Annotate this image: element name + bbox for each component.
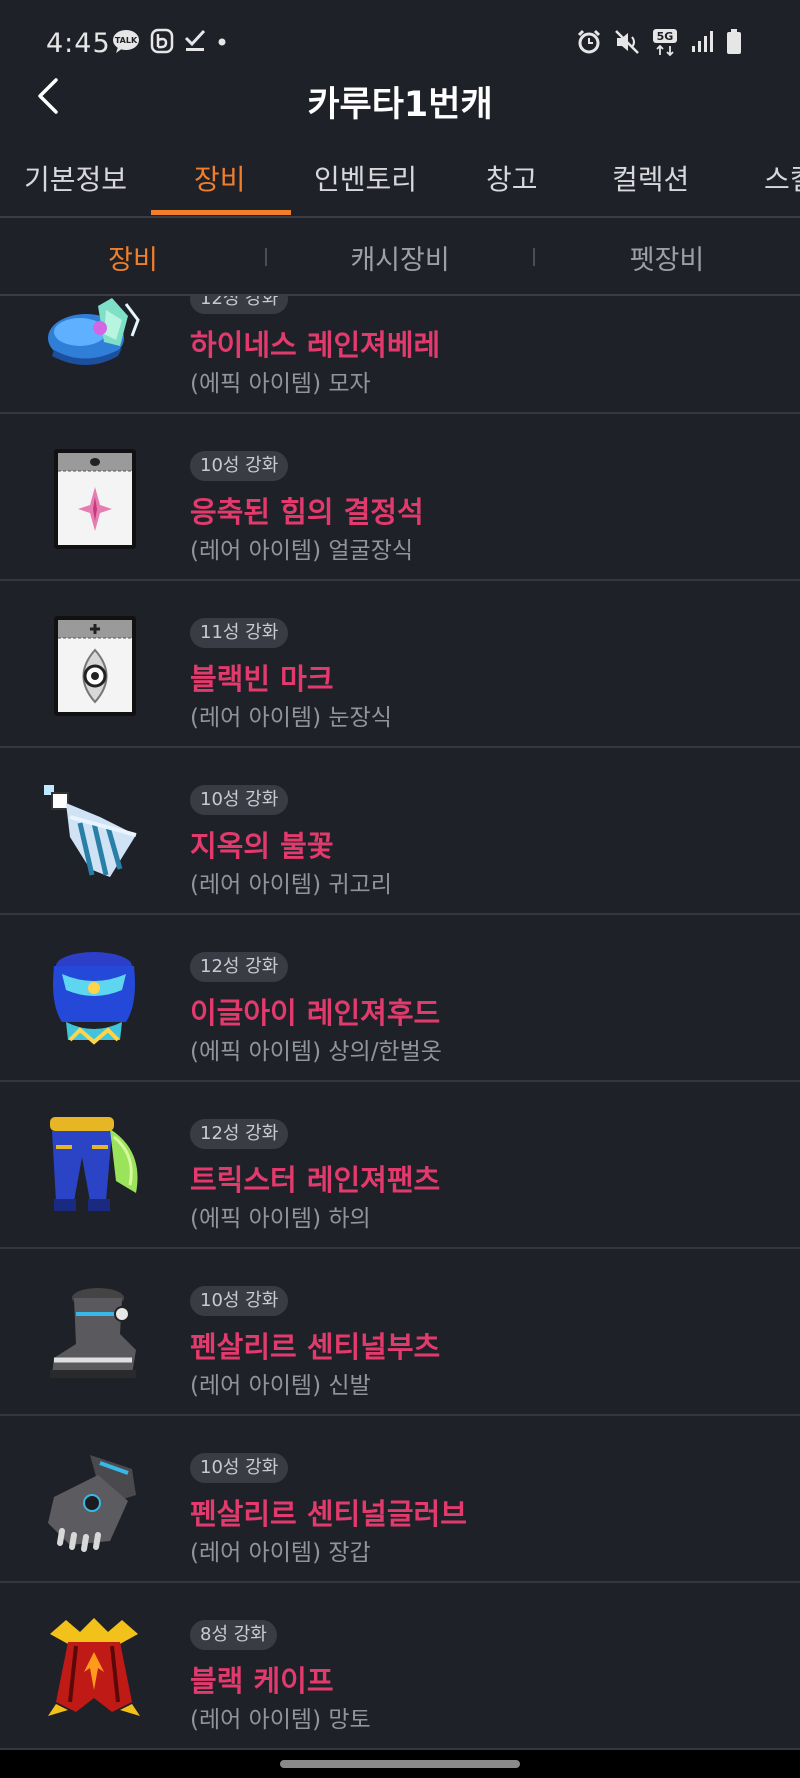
star-badge: 10성 강화	[190, 451, 289, 481]
pants-icon	[40, 1111, 148, 1219]
star-badge: 10성 강화	[190, 785, 289, 815]
cape-icon	[40, 1612, 148, 1720]
item-name: 하이네스 레인져베레	[190, 328, 441, 362]
status-right-icons: 5G	[576, 28, 742, 56]
signal-icon	[690, 30, 714, 54]
helmet-icon	[40, 296, 148, 384]
crystal-scroll-icon	[40, 443, 148, 551]
subtab-equipment[interactable]: 장비	[0, 238, 266, 277]
talk-icon: TALK	[112, 29, 140, 53]
list-item[interactable]: 12성 강화 이글아이 레인져후드 (에픽 아이템) 상의/한벌옷	[0, 914, 800, 1082]
tab-collection[interactable]: 컬렉션	[612, 158, 689, 198]
item-meta: (에픽 아이템) 하의	[190, 1206, 371, 1232]
item-meta: (레어 아이템) 망토	[190, 1707, 371, 1733]
mute-icon	[614, 29, 640, 55]
tab-indicator	[151, 210, 291, 215]
battery-icon	[726, 29, 742, 55]
5g-icon: 5G	[652, 28, 678, 56]
tab-equipment[interactable]: 장비	[194, 158, 246, 198]
star-badge: 12성 강화	[190, 1119, 289, 1149]
list-item[interactable]: 10성 강화 지옥의 불꽃 (레어 아이템) 귀고리	[0, 747, 800, 915]
status-bar: 4:45 TALK 5G	[0, 0, 800, 64]
item-name: 응축된 힘의 결정석	[190, 495, 424, 529]
dot-icon	[216, 29, 228, 53]
tab-basic-info[interactable]: 기본정보	[24, 158, 127, 198]
item-meta: (레어 아이템) 눈장식	[190, 705, 392, 731]
alarm-icon	[576, 29, 602, 55]
item-name: 트릭스터 레인져팬츠	[190, 1163, 441, 1197]
item-meta: (레어 아이템) 귀고리	[190, 872, 392, 898]
list-item[interactable]: 10성 강화 응축된 힘의 결정석 (레어 아이템) 얼굴장식	[0, 413, 800, 581]
list-item[interactable]: 8성 강화 블랙 케이프 (레어 아이템) 망토	[0, 1582, 800, 1750]
item-list: 12성 강화 하이네스 레인져베레 (에픽 아이템) 모자 10성 강화 응축된…	[0, 296, 800, 1750]
svg-text:5G: 5G	[657, 30, 674, 43]
tab-storage[interactable]: 창고	[486, 158, 538, 198]
star-badge: 10성 강화	[190, 1453, 289, 1483]
item-meta: (레어 아이템) 신발	[190, 1373, 371, 1399]
tab-skill[interactable]: 스킬	[764, 158, 800, 198]
glove-icon	[40, 1445, 148, 1553]
header: 카루타1번캐	[0, 64, 800, 134]
star-badge: 8성 강화	[190, 1620, 277, 1650]
item-meta: (레어 아이템) 얼굴장식	[190, 538, 414, 564]
item-name: 펜살리르 센티널부츠	[190, 1330, 441, 1364]
check-icon	[184, 29, 206, 53]
svg-text:TALK: TALK	[115, 36, 138, 45]
b-app-icon	[150, 28, 174, 54]
list-item[interactable]: 12성 강화 하이네스 레인져베레 (에픽 아이템) 모자	[0, 296, 800, 414]
system-nav-bar	[0, 1750, 800, 1778]
page-title: 카루타1번캐	[307, 85, 493, 125]
item-name: 블랙 케이프	[190, 1664, 334, 1698]
sub-tabs: 장비 캐시장비 펫장비	[0, 218, 800, 296]
status-time: 4:45	[46, 28, 111, 59]
list-item[interactable]: 12성 강화 트릭스터 레인져팬츠 (에픽 아이템) 하의	[0, 1081, 800, 1249]
earring-icon	[40, 777, 148, 885]
tab-inventory[interactable]: 인벤토리	[314, 158, 417, 198]
subtab-pet-equipment[interactable]: 펫장비	[534, 238, 800, 277]
boots-icon	[40, 1278, 148, 1386]
home-indicator[interactable]	[280, 1760, 520, 1768]
star-badge: 12성 강화	[190, 952, 289, 982]
star-badge: 10성 강화	[190, 1286, 289, 1316]
eye-scroll-icon	[40, 610, 148, 718]
star-badge: 12성 강화	[190, 296, 289, 314]
item-meta: (레어 아이템) 장갑	[190, 1540, 371, 1566]
item-name: 펜살리르 센티널글러브	[190, 1497, 467, 1531]
list-item[interactable]: 10성 강화 펜살리르 센티널글러브 (레어 아이템) 장갑	[0, 1415, 800, 1583]
item-name: 블랙빈 마크	[190, 662, 334, 696]
star-badge: 11성 강화	[190, 618, 289, 648]
subtab-cash-equipment[interactable]: 캐시장비	[266, 238, 534, 277]
list-item[interactable]: 10성 강화 펜살리르 센티널부츠 (레어 아이템) 신발	[0, 1248, 800, 1416]
status-left-icons: TALK	[112, 28, 228, 54]
item-name: 지옥의 불꽃	[190, 829, 334, 863]
item-meta: (에픽 아이템) 상의/한벌옷	[190, 1039, 442, 1065]
top-armor-icon	[40, 944, 148, 1052]
list-item[interactable]: 11성 강화 블랙빈 마크 (레어 아이템) 눈장식	[0, 580, 800, 748]
main-tabs: 기본정보 장비 인벤토리 창고 컬렉션 스킬	[0, 140, 800, 218]
item-name: 이글아이 레인져후드	[190, 996, 441, 1030]
item-meta: (에픽 아이템) 모자	[190, 371, 371, 397]
